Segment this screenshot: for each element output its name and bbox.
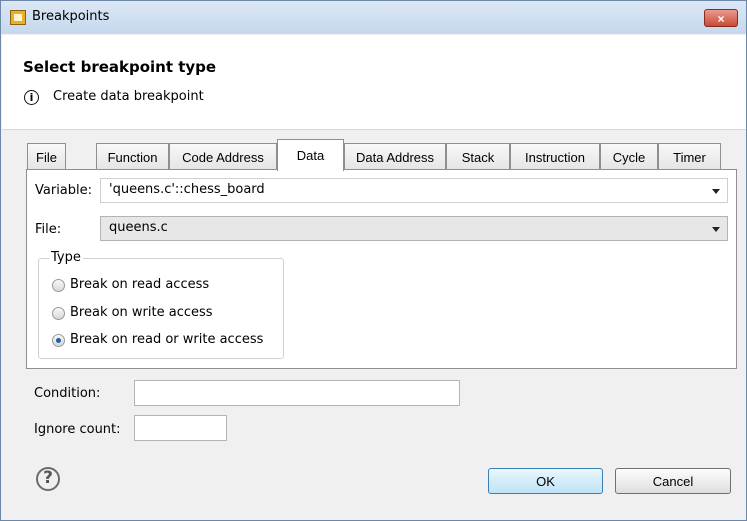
type-group: Type Break on read access Break on write… — [38, 250, 284, 359]
variable-label: Variable: — [35, 183, 93, 198]
tab-data-address[interactable]: Data Address — [344, 143, 446, 169]
breakpoints-dialog: Breakpoints × Select breakpoint type i C… — [0, 0, 747, 521]
tab-data[interactable]: Data — [277, 139, 344, 171]
break-on-write-label[interactable]: Break on write access — [70, 305, 213, 320]
file-value: queens.c — [109, 220, 168, 235]
break-on-write-radio[interactable] — [52, 307, 65, 320]
ignore-count-label: Ignore count: — [34, 422, 121, 437]
chevron-down-icon[interactable] — [712, 227, 720, 232]
ignore-count-input[interactable] — [134, 415, 227, 441]
close-button[interactable]: × — [704, 9, 738, 27]
info-text: Create data breakpoint — [53, 89, 204, 104]
tab-timer[interactable]: Timer — [658, 143, 721, 169]
break-on-read-or-write-label[interactable]: Break on read or write access — [70, 332, 263, 347]
dialog-heading: Select breakpoint type — [23, 58, 217, 76]
help-icon[interactable]: ? — [36, 467, 60, 491]
condition-label: Condition: — [34, 386, 101, 401]
variable-value: 'queens.c'::chess_board — [109, 182, 265, 197]
ok-button[interactable]: OK — [488, 468, 603, 494]
variable-combobox[interactable]: 'queens.c'::chess_board — [100, 178, 728, 203]
tab-stack[interactable]: Stack — [446, 143, 510, 169]
app-icon — [10, 10, 26, 25]
file-label: File: — [35, 222, 62, 237]
cancel-button[interactable]: Cancel — [615, 468, 731, 494]
window-title: Breakpoints — [32, 9, 110, 24]
dialog-header: Select breakpoint type i Create data bre… — [2, 35, 746, 130]
title-bar[interactable]: Breakpoints × — [1, 1, 746, 34]
tab-cycle[interactable]: Cycle — [600, 143, 658, 169]
file-select[interactable]: queens.c — [100, 216, 728, 241]
info-icon: i — [24, 90, 39, 105]
chevron-down-icon[interactable] — [712, 189, 720, 194]
tab-instruction[interactable]: Instruction — [510, 143, 600, 169]
tab-file[interactable]: File — [27, 143, 66, 169]
tab-function[interactable]: Function — [96, 143, 169, 169]
break-on-read-label[interactable]: Break on read access — [70, 277, 209, 292]
break-on-read-radio[interactable] — [52, 279, 65, 292]
condition-input[interactable] — [134, 380, 460, 406]
tab-code-address[interactable]: Code Address — [169, 143, 277, 169]
breakpoint-type-tabs: File Function Code Address Data Data Add… — [27, 139, 721, 172]
break-on-read-or-write-radio[interactable] — [52, 334, 65, 347]
type-group-title: Type — [49, 250, 83, 265]
